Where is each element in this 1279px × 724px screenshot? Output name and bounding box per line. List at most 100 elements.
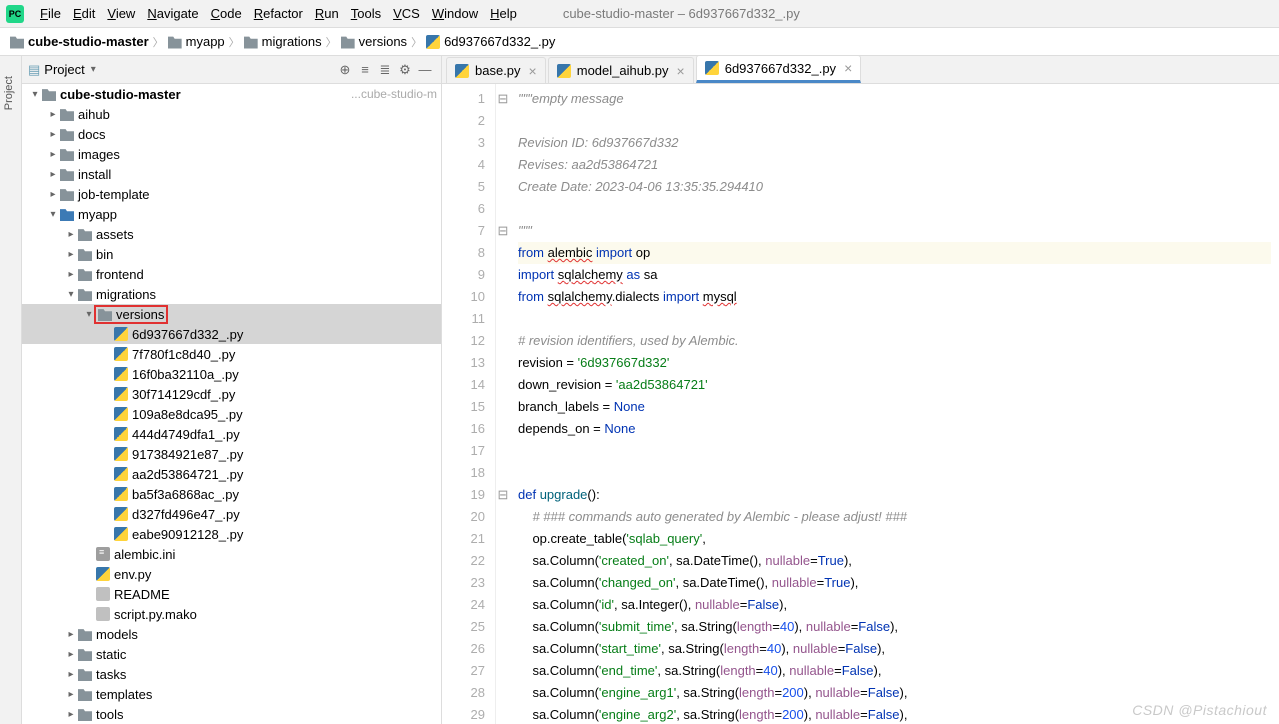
tree-item[interactable]: 30f714129cdf_.py bbox=[22, 384, 441, 404]
editor-tab[interactable]: base.py× bbox=[446, 57, 546, 83]
fold-icon[interactable]: ⊟ bbox=[498, 223, 509, 238]
chevron-right-icon[interactable]: ▸ bbox=[46, 189, 60, 200]
fold-gutter[interactable]: ⊟ ⊟ ⊟ bbox=[496, 84, 510, 724]
pyfile-icon bbox=[114, 387, 128, 401]
tree-item[interactable]: 444d4749dfa1_.py bbox=[22, 424, 441, 444]
chevron-down-icon[interactable]: ▾ bbox=[28, 89, 42, 100]
tree-item[interactable]: ▸tools bbox=[22, 704, 441, 724]
breadcrumb-item[interactable]: migrations bbox=[244, 34, 322, 49]
app-logo-icon: PC bbox=[6, 5, 24, 23]
tree-item[interactable]: aa2d53864721_.py bbox=[22, 464, 441, 484]
tree-item[interactable]: 16f0ba32110a_.py bbox=[22, 364, 441, 384]
project-view-dropdown[interactable]: ▾ bbox=[91, 64, 96, 75]
menu-tools[interactable]: Tools bbox=[345, 6, 387, 21]
tree-item[interactable]: ▾migrations bbox=[22, 284, 441, 304]
close-icon[interactable]: × bbox=[677, 63, 685, 79]
project-icon: ▤ bbox=[28, 62, 40, 78]
pyfile-icon bbox=[114, 467, 128, 481]
tree-item[interactable]: script.py.mako bbox=[22, 604, 441, 624]
tree-item[interactable]: ▸install bbox=[22, 164, 441, 184]
pyfile-icon bbox=[114, 447, 128, 461]
chevron-right-icon[interactable]: ▸ bbox=[46, 149, 60, 160]
menubar: PC FileEditViewNavigateCodeRefactorRunTo… bbox=[0, 0, 1279, 28]
editor-tabs: base.py×model_aihub.py×6d937667d332_.py× bbox=[442, 56, 1279, 84]
chevron-down-icon[interactable]: ▾ bbox=[64, 289, 78, 300]
menu-file[interactable]: File bbox=[34, 6, 67, 21]
tree-item[interactable]: ▸models bbox=[22, 624, 441, 644]
editor-area: base.py×model_aihub.py×6d937667d332_.py×… bbox=[442, 56, 1279, 724]
tree-item[interactable]: 109a8e8dca95_.py bbox=[22, 404, 441, 424]
chevron-right-icon[interactable]: ▸ bbox=[64, 709, 78, 720]
tree-item[interactable]: ▸assets bbox=[22, 224, 441, 244]
chevron-right-icon[interactable]: ▸ bbox=[64, 229, 78, 240]
menu-refactor[interactable]: Refactor bbox=[248, 6, 309, 21]
menu-view[interactable]: View bbox=[101, 6, 141, 21]
pyfile-icon bbox=[114, 347, 128, 361]
tree-item[interactable]: ba5f3a6868ac_.py bbox=[22, 484, 441, 504]
pyfile-icon bbox=[426, 35, 440, 49]
chevron-right-icon[interactable]: ▸ bbox=[64, 649, 78, 660]
chevron-right-icon[interactable]: ▸ bbox=[64, 669, 78, 680]
tree-item[interactable]: alembic.ini bbox=[22, 544, 441, 564]
folder-icon bbox=[60, 107, 74, 121]
tree-item[interactable]: 917384921e87_.py bbox=[22, 444, 441, 464]
chevron-right-icon[interactable]: ▸ bbox=[64, 689, 78, 700]
project-tree[interactable]: ▾cube-studio-master...cube-studio-m▸aihu… bbox=[22, 84, 441, 724]
pyfile-icon bbox=[114, 427, 128, 441]
pyfile-icon bbox=[114, 367, 128, 381]
expand-icon[interactable]: ≡ bbox=[355, 62, 375, 77]
breadcrumb-item[interactable]: myapp bbox=[168, 34, 225, 49]
chevron-right-icon[interactable]: ▸ bbox=[46, 169, 60, 180]
menu-navigate[interactable]: Navigate bbox=[141, 6, 204, 21]
close-icon[interactable]: × bbox=[529, 63, 537, 79]
tree-item[interactable]: ▾myapp bbox=[22, 204, 441, 224]
tree-item[interactable]: README bbox=[22, 584, 441, 604]
menu-run[interactable]: Run bbox=[309, 6, 345, 21]
chevron-right-icon[interactable]: ▸ bbox=[46, 109, 60, 120]
chevron-right-icon[interactable]: ▸ bbox=[64, 249, 78, 260]
tree-item[interactable]: ▸job-template bbox=[22, 184, 441, 204]
collapse-icon[interactable]: ≣ bbox=[375, 62, 395, 78]
tree-item[interactable]: ▸static bbox=[22, 644, 441, 664]
editor-tab[interactable]: model_aihub.py× bbox=[548, 57, 694, 83]
editor-tab[interactable]: 6d937667d332_.py× bbox=[696, 55, 862, 83]
menu-code[interactable]: Code bbox=[205, 6, 248, 21]
gear-icon[interactable]: ⚙ bbox=[395, 62, 415, 78]
close-icon[interactable]: × bbox=[844, 60, 852, 76]
code-editor[interactable]: 1234567891011121314151617181920212223242… bbox=[442, 84, 1279, 724]
fold-icon[interactable]: ⊟ bbox=[498, 91, 509, 106]
breadcrumb-item[interactable]: cube-studio-master bbox=[10, 34, 149, 49]
tree-item[interactable]: ▸aihub bbox=[22, 104, 441, 124]
tree-item[interactable]: ▸images bbox=[22, 144, 441, 164]
project-panel: ▤ Project ▾ ⊕ ≡ ≣ ⚙ — ▾cube-studio-maste… bbox=[22, 56, 442, 724]
tree-item[interactable]: ▸frontend bbox=[22, 264, 441, 284]
tree-item[interactable]: ▸bin bbox=[22, 244, 441, 264]
tree-item[interactable]: ▾versions bbox=[22, 304, 441, 324]
tree-item[interactable]: d327fd496e47_.py bbox=[22, 504, 441, 524]
folder-icon bbox=[60, 167, 74, 181]
tree-item[interactable]: ▸docs bbox=[22, 124, 441, 144]
menu-vcs[interactable]: VCS bbox=[387, 6, 426, 21]
tree-item[interactable]: eabe90912128_.py bbox=[22, 524, 441, 544]
project-tool-tab[interactable]: Project bbox=[3, 76, 15, 110]
chevron-right-icon[interactable]: ▸ bbox=[64, 629, 78, 640]
tree-item[interactable]: 7f780f1c8d40_.py bbox=[22, 344, 441, 364]
chevron-right-icon[interactable]: ▸ bbox=[64, 269, 78, 280]
tree-item[interactable]: 6d937667d332_.py bbox=[22, 324, 441, 344]
locate-icon[interactable]: ⊕ bbox=[335, 62, 355, 78]
chevron-down-icon[interactable]: ▾ bbox=[46, 209, 60, 220]
code-content[interactable]: """empty message Revision ID: 6d937667d3… bbox=[510, 84, 1279, 724]
breadcrumb-item[interactable]: versions bbox=[341, 34, 407, 49]
tree-root[interactable]: cube-studio-master bbox=[60, 87, 181, 102]
tree-item[interactable]: ▸tasks bbox=[22, 664, 441, 684]
hide-icon[interactable]: — bbox=[415, 62, 435, 77]
fold-icon[interactable]: ⊟ bbox=[498, 487, 509, 502]
tree-item[interactable]: ▸templates bbox=[22, 684, 441, 704]
folder-icon bbox=[78, 707, 92, 721]
menu-help[interactable]: Help bbox=[484, 6, 523, 21]
tree-item[interactable]: env.py bbox=[22, 564, 441, 584]
chevron-right-icon[interactable]: ▸ bbox=[46, 129, 60, 140]
menu-window[interactable]: Window bbox=[426, 6, 484, 21]
breadcrumb-item[interactable]: 6d937667d332_.py bbox=[426, 34, 555, 49]
menu-edit[interactable]: Edit bbox=[67, 6, 101, 21]
